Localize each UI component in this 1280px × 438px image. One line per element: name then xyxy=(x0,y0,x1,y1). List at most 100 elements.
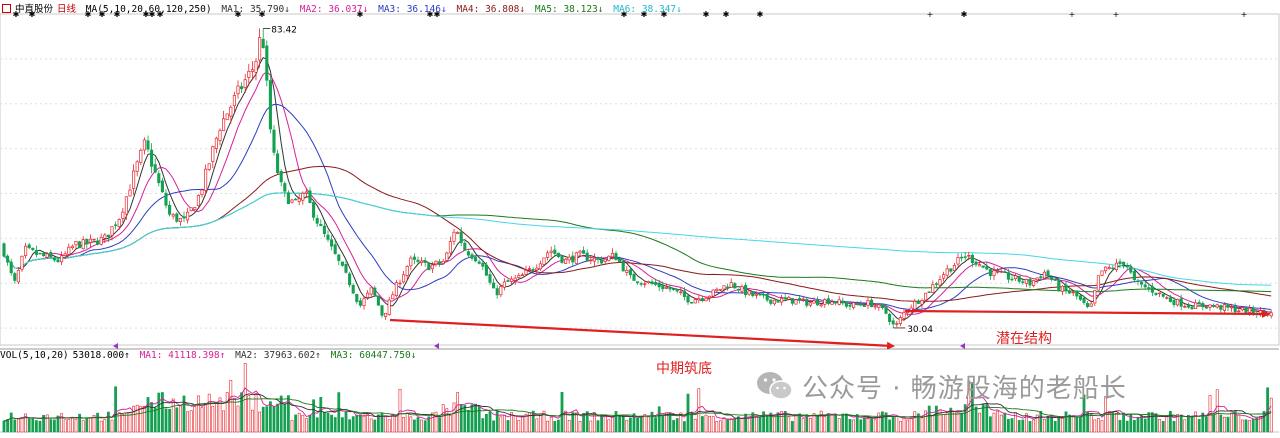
volume-bar xyxy=(484,413,488,433)
candle-body xyxy=(164,192,168,206)
candle-body xyxy=(132,170,136,189)
candle-body xyxy=(934,283,938,285)
volume-bar xyxy=(143,405,146,433)
candle-body xyxy=(776,299,780,303)
volume-bar xyxy=(366,414,370,433)
candle-body xyxy=(992,270,996,276)
candle-body xyxy=(387,299,391,315)
candle-body xyxy=(535,267,539,271)
candle-body xyxy=(294,198,298,201)
candle-body xyxy=(171,214,175,217)
candle-body xyxy=(553,249,557,254)
candle-body xyxy=(481,262,485,267)
volume-bar xyxy=(236,405,240,433)
candle-body xyxy=(142,139,146,151)
volume-bar xyxy=(888,419,892,433)
candle-body xyxy=(232,95,236,107)
volume-bar xyxy=(870,418,874,433)
candle-body xyxy=(819,304,823,307)
period-marker xyxy=(960,343,965,349)
candle-body xyxy=(81,239,85,250)
candle-body xyxy=(380,305,384,316)
volume-bar xyxy=(614,411,618,433)
candle-body xyxy=(1143,284,1147,288)
volume-bar xyxy=(139,405,143,433)
volume-bar xyxy=(693,418,697,433)
high-price-label: 83.42 xyxy=(271,25,297,35)
volume-bar xyxy=(200,407,204,433)
candle-body xyxy=(1176,299,1180,306)
candle-body xyxy=(1003,271,1007,273)
candle-body xyxy=(891,320,895,325)
volume-bar xyxy=(9,412,13,433)
volume-bar xyxy=(1179,414,1183,433)
volume-bar xyxy=(470,404,474,433)
candle-body xyxy=(13,273,17,281)
candle-body xyxy=(1197,302,1201,305)
candle-body xyxy=(1140,281,1144,285)
candle-body xyxy=(470,254,474,259)
candle-body xyxy=(686,295,690,303)
volume-bar xyxy=(1255,417,1259,433)
volume-bar xyxy=(650,411,654,433)
volume-bar xyxy=(96,412,100,433)
volume-bar xyxy=(1269,397,1273,433)
volume-bar xyxy=(2,420,6,433)
volume-bar xyxy=(945,412,949,433)
candle-body xyxy=(362,298,366,307)
candle-body xyxy=(70,245,74,249)
candle-body xyxy=(711,289,715,297)
volume-bar xyxy=(308,414,312,433)
volume-bar xyxy=(546,420,550,433)
candle-body xyxy=(927,291,931,293)
volume-bar xyxy=(978,412,982,433)
volume-bar xyxy=(358,414,362,433)
volume-bar xyxy=(132,405,136,433)
candle-body xyxy=(636,281,640,284)
volume-bar xyxy=(247,395,251,433)
volume-bar xyxy=(852,419,856,433)
volume-bar xyxy=(1136,417,1140,433)
candle-body xyxy=(337,254,341,261)
candle-body xyxy=(438,261,442,264)
candle-body xyxy=(722,285,726,290)
volume-bar xyxy=(1248,420,1252,433)
volume-bar xyxy=(276,403,280,433)
volume-bar xyxy=(1003,412,1007,433)
volume-bar xyxy=(204,402,208,433)
volume-bar xyxy=(402,416,406,433)
volume-bar xyxy=(89,417,92,433)
candle-body xyxy=(650,281,654,284)
candle-body xyxy=(852,302,856,308)
candle-body xyxy=(200,189,204,196)
volume-bar xyxy=(1223,416,1226,433)
candle-body xyxy=(751,291,755,297)
candle-body xyxy=(42,252,46,257)
candle-body xyxy=(6,255,10,263)
volume-bar xyxy=(610,416,614,433)
volume-bar xyxy=(729,418,733,433)
ma5-value: MA5: 38.123↓ xyxy=(534,4,604,15)
volume-bar xyxy=(538,413,542,433)
candle-body xyxy=(441,261,445,264)
candle-body xyxy=(639,283,643,285)
candle-body xyxy=(1032,280,1036,286)
candle-body xyxy=(866,300,870,307)
volume-bar xyxy=(290,420,294,433)
volume-bar xyxy=(895,415,899,433)
volume-bar xyxy=(466,409,470,433)
candle-body xyxy=(1111,267,1115,270)
volume-bar xyxy=(517,420,521,433)
volume-bar xyxy=(157,392,161,433)
volume-bar xyxy=(1230,412,1234,433)
candle-body xyxy=(981,265,985,268)
volume-bar xyxy=(1190,415,1194,433)
candle-body xyxy=(808,302,812,306)
volume-bar xyxy=(690,413,694,433)
volume-bar xyxy=(135,404,139,433)
volume-bar xyxy=(974,406,978,433)
volume-bar xyxy=(279,395,283,433)
candle-body xyxy=(420,260,424,263)
candle-body xyxy=(1104,266,1108,272)
volume-bar xyxy=(31,418,35,433)
